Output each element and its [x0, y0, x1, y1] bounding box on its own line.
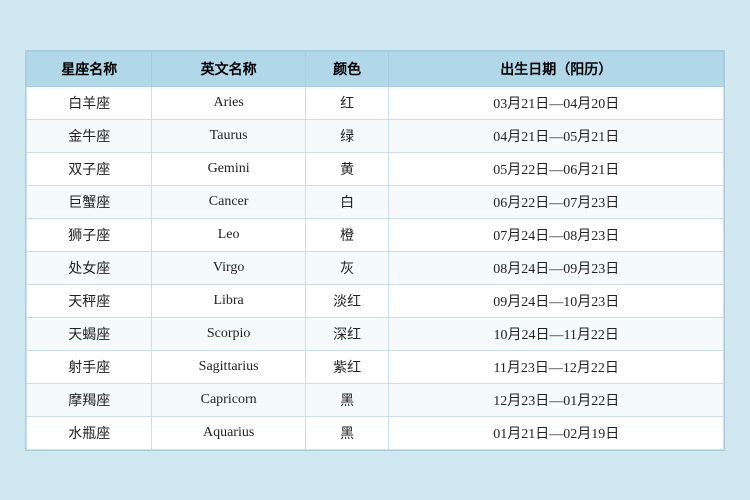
cell-english: Scorpio [152, 317, 305, 350]
cell-chinese: 双子座 [27, 152, 152, 185]
cell-english: Cancer [152, 185, 305, 218]
cell-date: 01月21日—02月19日 [389, 416, 724, 449]
cell-english: Gemini [152, 152, 305, 185]
cell-chinese: 处女座 [27, 251, 152, 284]
table-row: 白羊座Aries红03月21日—04月20日 [27, 86, 724, 119]
cell-english: Taurus [152, 119, 305, 152]
cell-english: Aries [152, 86, 305, 119]
table-row: 处女座Virgo灰08月24日—09月23日 [27, 251, 724, 284]
zodiac-table: 星座名称 英文名称 颜色 出生日期（阳历） 白羊座Aries红03月21日—04… [26, 51, 724, 450]
cell-english: Libra [152, 284, 305, 317]
cell-color: 深红 [305, 317, 389, 350]
table-row: 双子座Gemini黄05月22日—06月21日 [27, 152, 724, 185]
cell-date: 10月24日—11月22日 [389, 317, 724, 350]
header-english: 英文名称 [152, 51, 305, 86]
cell-chinese: 白羊座 [27, 86, 152, 119]
table-row: 天蝎座Scorpio深红10月24日—11月22日 [27, 317, 724, 350]
cell-chinese: 巨蟹座 [27, 185, 152, 218]
table-header-row: 星座名称 英文名称 颜色 出生日期（阳历） [27, 51, 724, 86]
cell-date: 09月24日—10月23日 [389, 284, 724, 317]
cell-english: Capricorn [152, 383, 305, 416]
table-row: 天秤座Libra淡红09月24日—10月23日 [27, 284, 724, 317]
cell-color: 灰 [305, 251, 389, 284]
zodiac-table-container: 星座名称 英文名称 颜色 出生日期（阳历） 白羊座Aries红03月21日—04… [25, 50, 725, 451]
cell-color: 紫红 [305, 350, 389, 383]
cell-date: 05月22日—06月21日 [389, 152, 724, 185]
cell-chinese: 射手座 [27, 350, 152, 383]
cell-english: Sagittarius [152, 350, 305, 383]
cell-english: Leo [152, 218, 305, 251]
cell-color: 绿 [305, 119, 389, 152]
header-date: 出生日期（阳历） [389, 51, 724, 86]
cell-chinese: 天秤座 [27, 284, 152, 317]
cell-date: 06月22日—07月23日 [389, 185, 724, 218]
cell-english: Virgo [152, 251, 305, 284]
table-row: 射手座Sagittarius紫红11月23日—12月22日 [27, 350, 724, 383]
cell-color: 红 [305, 86, 389, 119]
cell-date: 04月21日—05月21日 [389, 119, 724, 152]
cell-color: 橙 [305, 218, 389, 251]
cell-date: 12月23日—01月22日 [389, 383, 724, 416]
cell-color: 白 [305, 185, 389, 218]
cell-date: 11月23日—12月22日 [389, 350, 724, 383]
cell-chinese: 金牛座 [27, 119, 152, 152]
cell-date: 08月24日—09月23日 [389, 251, 724, 284]
cell-chinese: 摩羯座 [27, 383, 152, 416]
cell-chinese: 天蝎座 [27, 317, 152, 350]
cell-color: 黑 [305, 383, 389, 416]
table-row: 巨蟹座Cancer白06月22日—07月23日 [27, 185, 724, 218]
cell-color: 淡红 [305, 284, 389, 317]
cell-english: Aquarius [152, 416, 305, 449]
cell-color: 黄 [305, 152, 389, 185]
cell-color: 黑 [305, 416, 389, 449]
header-color: 颜色 [305, 51, 389, 86]
cell-date: 07月24日—08月23日 [389, 218, 724, 251]
cell-chinese: 狮子座 [27, 218, 152, 251]
table-row: 金牛座Taurus绿04月21日—05月21日 [27, 119, 724, 152]
table-row: 摩羯座Capricorn黑12月23日—01月22日 [27, 383, 724, 416]
table-row: 狮子座Leo橙07月24日—08月23日 [27, 218, 724, 251]
header-chinese: 星座名称 [27, 51, 152, 86]
cell-chinese: 水瓶座 [27, 416, 152, 449]
table-row: 水瓶座Aquarius黑01月21日—02月19日 [27, 416, 724, 449]
cell-date: 03月21日—04月20日 [389, 86, 724, 119]
